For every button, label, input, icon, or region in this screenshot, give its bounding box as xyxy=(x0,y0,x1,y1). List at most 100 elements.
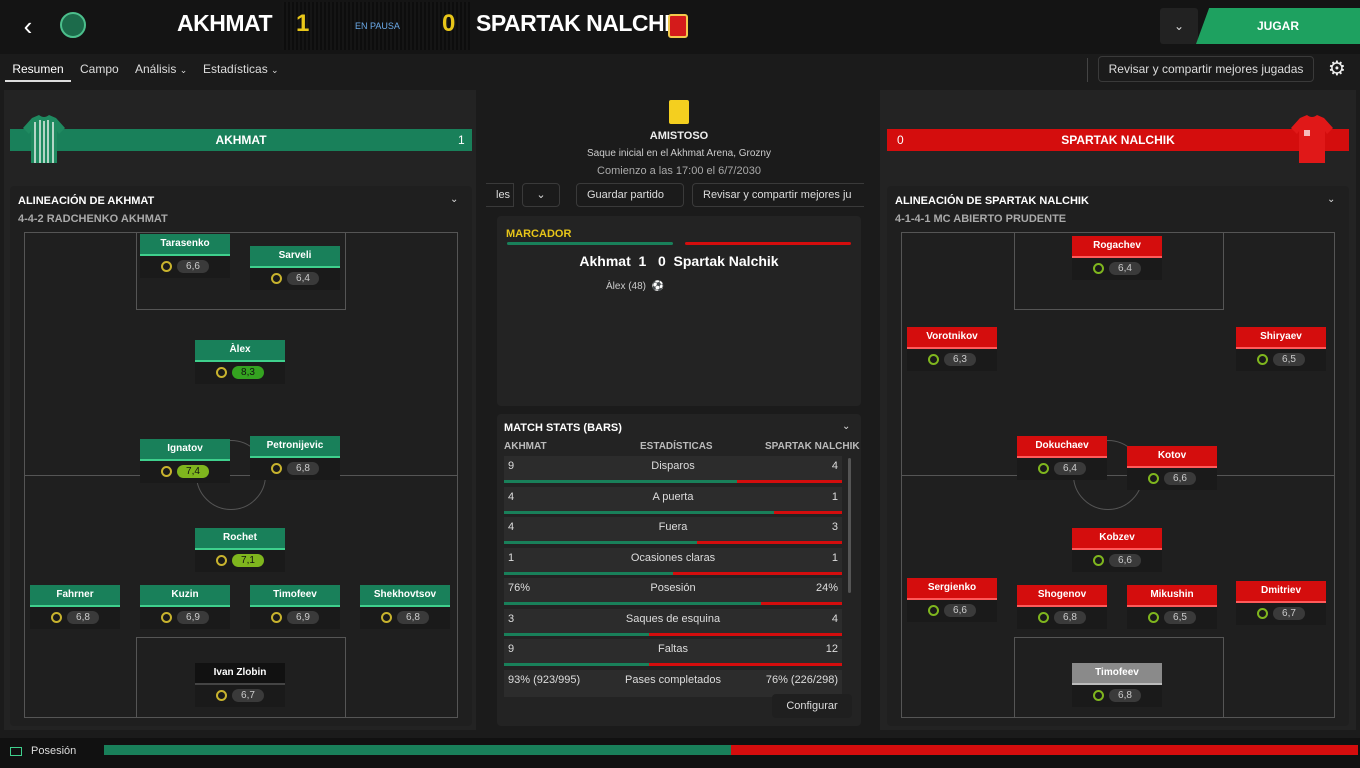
home-player-card[interactable]: Tarasenko 6,6 xyxy=(140,234,230,278)
stat-row: Saques de esquina 3 4 xyxy=(504,608,842,636)
stat-bar-away xyxy=(673,571,842,575)
chevron-down-icon[interactable]: ⌄ xyxy=(450,194,458,205)
stats-header-home: AKHMAT xyxy=(504,441,547,452)
away-player-card[interactable]: Rogachev 6,4 xyxy=(1072,236,1162,280)
stat-away-value: 1 xyxy=(831,551,838,564)
condition-icon xyxy=(271,611,282,623)
player-rating-row: 6,3 xyxy=(907,349,997,371)
condition-icon xyxy=(1257,353,1268,365)
home-player-card[interactable]: Kuzin 6,9 xyxy=(140,585,230,629)
away-player-card[interactable]: Shogenov 6,8 xyxy=(1017,585,1107,629)
player-rating-row: 6,7 xyxy=(1236,603,1326,625)
back-arrow-icon[interactable]: ‹ xyxy=(14,12,42,40)
player-name: Ignatov xyxy=(140,439,230,461)
condition-icon xyxy=(1038,462,1049,474)
condition-icon xyxy=(161,611,172,623)
player-rating: 6,9 xyxy=(177,610,209,624)
stat-home-value: 76% xyxy=(508,582,531,594)
player-name: Dokuchaev xyxy=(1017,436,1107,458)
home-player-card[interactable]: Shekhovtsov 6,8 xyxy=(360,585,450,629)
home-player-card[interactable]: Rochet 7,1 xyxy=(195,528,285,572)
stat-home-value: 3 xyxy=(508,612,515,625)
home-formation: 4-4-2 RADCHENKO AKHMAT xyxy=(18,213,168,225)
stat-home-value: 1 xyxy=(508,551,515,564)
away-player-card[interactable]: Kobzev 6,6 xyxy=(1072,528,1162,572)
tab-estadisticas[interactable]: Estadísticas ⌄ xyxy=(203,62,279,76)
view-button[interactable]: les xyxy=(486,183,514,207)
away-score: 0 xyxy=(442,10,456,37)
player-rating-row: 8,3 xyxy=(195,362,285,384)
home-player-card[interactable]: Timofeev 6,9 xyxy=(250,585,340,629)
stat-bar-away xyxy=(649,663,842,666)
condition-icon xyxy=(51,611,62,623)
review-highlights-button-2[interactable]: Revisar y compartir mejores ju xyxy=(692,183,864,207)
stat-bar-home xyxy=(504,663,650,666)
player-name: Dmitriev xyxy=(1236,581,1326,603)
condition-icon xyxy=(1093,262,1104,274)
condition-icon xyxy=(271,462,282,474)
away-player-card[interactable]: Vorotnikov 6,3 xyxy=(907,327,997,371)
home-player-card[interactable]: Sarveli 6,4 xyxy=(250,246,340,290)
stats-scrollbar[interactable] xyxy=(848,458,851,593)
stat-bar-away xyxy=(774,510,842,514)
tab-analisis[interactable]: Análisis ⌄ xyxy=(135,62,187,76)
away-team-name: SPARTAK NALCHIK xyxy=(476,10,687,36)
configure-button[interactable]: Configurar xyxy=(772,694,852,718)
player-name: Rochet xyxy=(195,528,285,550)
divider xyxy=(1087,58,1088,82)
player-name: Shiryaev xyxy=(1236,327,1326,349)
chevron-down-icon[interactable]: ⌄ xyxy=(1160,8,1198,44)
player-name: Kobzev xyxy=(1072,528,1162,550)
stat-away-value: 4 xyxy=(831,460,838,472)
player-rating: 6,6 xyxy=(1164,471,1196,485)
stat-label: Faltas xyxy=(658,643,688,655)
stat-row: Ocasiones claras 1 1 xyxy=(504,547,842,575)
away-player-card[interactable]: Mikushin 6,5 xyxy=(1127,585,1217,629)
stat-label: Disparos xyxy=(651,460,695,472)
condition-icon xyxy=(381,611,392,623)
away-player-card[interactable]: Sergienko 6,6 xyxy=(907,578,997,622)
player-rating: 6,5 xyxy=(1273,352,1305,366)
player-rating: 6,7 xyxy=(232,688,264,702)
stat-row: Disparos 9 4 xyxy=(504,456,842,483)
chevron-down-icon[interactable]: ⌄ xyxy=(842,421,850,432)
away-player-card[interactable]: Dmitriev 6,7 xyxy=(1236,581,1326,625)
possession-bar-home xyxy=(104,745,731,755)
player-rating: 6,4 xyxy=(287,271,319,285)
player-rating: 6,8 xyxy=(1054,610,1086,624)
player-name: Ivan Zlobin xyxy=(195,663,285,685)
home-bar-score: 1 xyxy=(458,133,465,147)
stat-bar-home xyxy=(504,510,775,514)
stat-row: Faltas 9 12 xyxy=(504,639,842,666)
player-rating-row: 6,5 xyxy=(1127,607,1217,629)
away-bar-score: 0 xyxy=(897,133,904,147)
home-score: 1 xyxy=(296,10,310,37)
home-player-card[interactable]: Fahrner 6,8 xyxy=(30,585,120,629)
save-match-button[interactable]: Guardar partido xyxy=(576,183,684,207)
chevron-down-icon[interactable]: ⌄ xyxy=(1327,194,1335,205)
stat-bar-away xyxy=(649,632,842,636)
tab-resumen[interactable]: Resumen xyxy=(5,56,71,82)
stat-label: Saques de esquina xyxy=(625,612,721,625)
home-player-card[interactable]: Ignatov 7,4 xyxy=(140,439,230,483)
review-highlights-button[interactable]: Revisar y compartir mejores jugadas xyxy=(1098,56,1314,82)
home-player-card[interactable]: Petronijevic 6,8 xyxy=(250,436,340,480)
chevron-down-icon[interactable]: ⌄ xyxy=(522,183,560,207)
player-name: Vorotnikov xyxy=(907,327,997,349)
play-button[interactable]: JUGAR xyxy=(1196,8,1360,44)
away-player-card[interactable]: Kotov 6,6 xyxy=(1127,446,1217,490)
player-rating-row: 6,8 xyxy=(1017,607,1107,629)
player-name: Fahrner xyxy=(30,585,120,607)
chevron-down-icon: ⌄ xyxy=(271,65,279,75)
player-rating: 6,8 xyxy=(287,461,319,475)
away-player-card[interactable]: Shiryaev 6,5 xyxy=(1236,327,1326,371)
away-player-card[interactable]: Timofeev 6,8 xyxy=(1072,663,1162,707)
gear-icon[interactable]: ⚙ xyxy=(1324,56,1350,82)
away-player-card[interactable]: Dokuchaev 6,4 xyxy=(1017,436,1107,480)
tab-campo[interactable]: Campo xyxy=(80,62,119,76)
home-player-card[interactable]: Ivan Zlobin 6,7 xyxy=(195,663,285,707)
player-rating-row: 6,6 xyxy=(140,256,230,278)
away-team-bar: SPARTAK NALCHIK xyxy=(887,129,1349,151)
home-player-card[interactable]: Àlex 8,3 xyxy=(195,340,285,384)
kickoff-time: Comienzo a las 17:00 el 6/7/2030 xyxy=(597,165,761,177)
